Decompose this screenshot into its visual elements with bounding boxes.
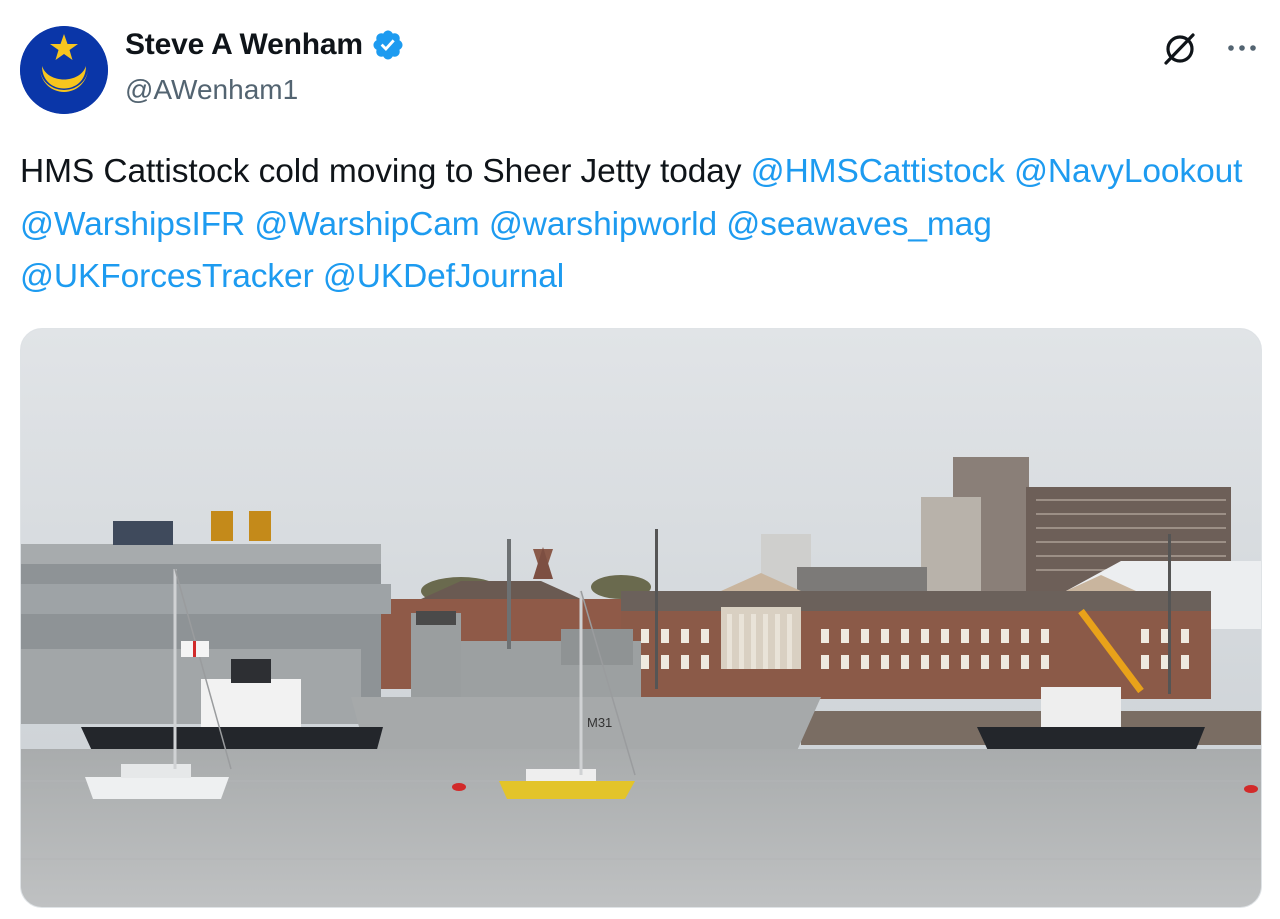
- mention-link[interactable]: @seawaves_mag: [726, 206, 992, 243]
- hull-number: M31: [587, 715, 612, 730]
- mention-link[interactable]: @HMSCattistock: [751, 153, 1005, 190]
- mention-link[interactable]: @UKDefJournal: [323, 258, 564, 295]
- tweet-body-text: HMS Cattistock cold moving to Sheer Jett…: [20, 153, 751, 190]
- author-avatar[interactable]: [20, 26, 108, 114]
- author-handle[interactable]: @AWenham1: [125, 74, 298, 106]
- harbour-photo: M31: [21, 329, 1261, 907]
- tweet-photo[interactable]: M31: [20, 328, 1262, 908]
- tweet-text: HMS Cattistock cold moving to Sheer Jett…: [20, 146, 1260, 304]
- verified-badge-icon: [373, 30, 403, 60]
- author-display-name[interactable]: Steve A Wenham: [125, 28, 405, 62]
- grok-icon[interactable]: [1160, 28, 1200, 68]
- more-icon[interactable]: [1222, 28, 1262, 68]
- star-and-crescent-icon: [20, 26, 108, 114]
- mention-link[interactable]: @NavyLookout: [1014, 153, 1242, 190]
- mention-link[interactable]: @warshipworld: [489, 206, 717, 243]
- mention-link[interactable]: @WarshipsIFR: [20, 206, 245, 243]
- mention-link[interactable]: @UKForcesTracker: [20, 258, 314, 295]
- mention-link[interactable]: @WarshipCam: [254, 206, 479, 243]
- display-name-text[interactable]: Steve A Wenham: [125, 28, 363, 62]
